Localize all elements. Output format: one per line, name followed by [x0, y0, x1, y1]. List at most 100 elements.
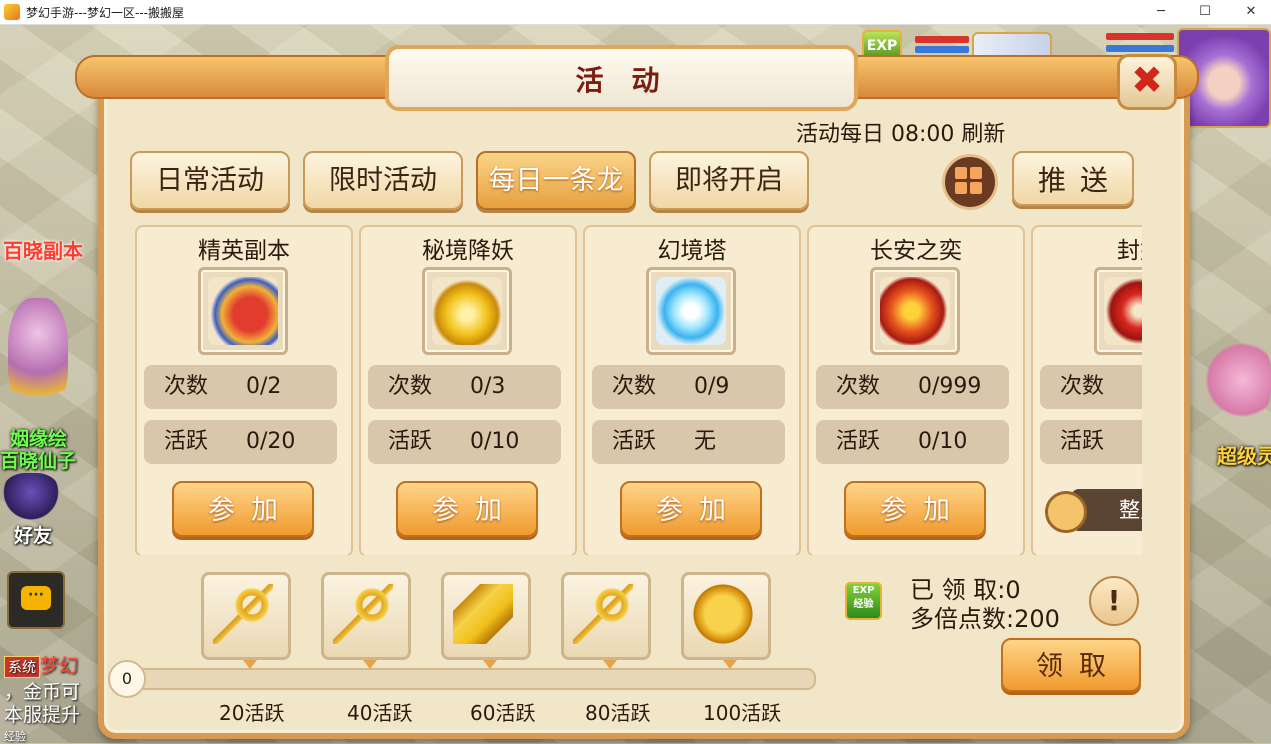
active-label: 活跃 [1060, 429, 1105, 454]
milestone-label: 80活跃 [585, 701, 651, 725]
npc-name: 百晓仙子 [0, 450, 77, 472]
activity-progress-track [117, 668, 816, 690]
activity-card: 幻境塔 次数 0/9 活跃 无 参加 [583, 225, 801, 555]
panel-close-button[interactable]: ✖ [1117, 54, 1177, 110]
system-text: 梦幻 [40, 655, 79, 677]
multiplier-points-text: 多倍点数:200 [910, 605, 1060, 633]
npc-fairy-sprite[interactable] [8, 298, 68, 416]
claim-button[interactable]: 领取 [1001, 638, 1141, 692]
join-button[interactable]: 参加 [172, 481, 314, 537]
player-hp-bar [1106, 33, 1174, 40]
app-icon [4, 4, 20, 20]
active-label: 活跃 [164, 429, 209, 454]
active-label: 活跃 [388, 429, 433, 454]
pet-hp-bar [915, 36, 969, 43]
activity-icon-frame[interactable] [1094, 267, 1142, 355]
join-button[interactable]: 参加 [844, 481, 986, 537]
activity-card: 精英副本 次数 0/2 活跃 0/20 参加 [135, 225, 353, 555]
npc-super-label[interactable]: 超级灵 [1217, 440, 1271, 469]
grid-icon [955, 167, 967, 179]
hud-label-baixiao-dungeon[interactable]: 百晓副本 [3, 235, 83, 264]
active-value: 0/10 [470, 429, 520, 454]
milestone-marker [363, 660, 377, 669]
activity-card: 封妖 次数 0 活跃 整点 [1031, 225, 1142, 555]
grid-menu-button[interactable] [942, 154, 998, 210]
join-button[interactable]: 参加 [620, 481, 762, 537]
blue-orb-icon [656, 277, 726, 345]
count-label: 次数 [388, 374, 433, 399]
close-icon: ✖ [1131, 58, 1163, 102]
activity-card-list[interactable]: 精英副本 次数 0/2 活跃 0/20 参加 秘境降妖 次数 0/3 活跃 0/… [135, 225, 1142, 555]
friend-avatar-icon[interactable] [2, 473, 60, 521]
reward-chest-20[interactable] [201, 572, 291, 660]
reward-chest-80[interactable] [561, 572, 651, 660]
hourly-timer: 整点 [1045, 489, 1142, 533]
milestone-marker [723, 660, 737, 669]
reward-chest-40[interactable] [321, 572, 411, 660]
window-titlebar: 梦幻手游---梦幻一区---搬搬屋 ─ ☐ ✕ [0, 0, 1271, 25]
active-value: 0/20 [246, 429, 296, 454]
panel-title-scroll: 活动 [385, 45, 858, 111]
activity-icon-frame[interactable] [870, 267, 960, 355]
milestone-label: 100活跃 [703, 701, 782, 725]
activity-name: 幻境塔 [657, 238, 727, 264]
milestone-marker [243, 660, 257, 669]
active-row: 活跃 无 [592, 420, 785, 464]
activity-icon-frame[interactable] [646, 267, 736, 355]
panel-title: 活动 [575, 64, 688, 97]
active-value: 无 [694, 429, 717, 454]
clock-icon [1045, 491, 1087, 533]
reward-chest-60[interactable] [441, 572, 531, 660]
gold-key-icon [333, 584, 393, 644]
count-row: 次数 0/2 [144, 365, 337, 409]
tab-limited-activities[interactable]: 限时活动 [303, 151, 463, 210]
chat-system-line: 系统 梦幻 [4, 651, 78, 678]
window-close-button[interactable]: ✕ [1236, 2, 1266, 22]
player-mp-bar [1106, 45, 1174, 52]
exp-bar-label: 经验 [4, 730, 26, 743]
window-title: 梦幻手游---梦幻一区---搬搬屋 [26, 6, 184, 20]
exp-badge-text: EXP [852, 585, 875, 596]
flag-scroll-icon [208, 277, 278, 345]
activity-card: 长安之奕 次数 0/999 活跃 0/10 参加 [807, 225, 1025, 555]
active-row: 活跃 0/10 [368, 420, 561, 464]
activity-icon-frame[interactable] [198, 267, 288, 355]
gold-key-icon [573, 584, 633, 644]
count-label: 次数 [1060, 374, 1105, 399]
active-label: 活跃 [612, 429, 657, 454]
minimize-button[interactable]: ─ [1146, 2, 1176, 22]
milestone-marker [483, 660, 497, 669]
milestone-label: 20活跃 [219, 701, 285, 725]
count-row: 次数 0/9 [592, 365, 785, 409]
join-button[interactable]: 参加 [396, 481, 538, 537]
tab-daily-dragon[interactable]: 每日一条龙 [476, 151, 636, 210]
pet-mp-bar [915, 46, 969, 53]
gold-coin-icon [693, 584, 753, 644]
activity-card: 秘境降妖 次数 0/3 活跃 0/10 参加 [359, 225, 577, 555]
friend-label[interactable]: 好友 [14, 521, 52, 548]
info-button[interactable]: ! [1089, 576, 1139, 626]
chat-button[interactable]: ··· [7, 571, 65, 629]
tab-coming-soon[interactable]: 即将开启 [649, 151, 809, 210]
npc-pet-sprite[interactable] [1200, 335, 1271, 425]
chat-line-2: 本服提升 [4, 704, 81, 726]
count-row: 次数 0 [1040, 365, 1142, 409]
count-value: 0/9 [694, 374, 730, 399]
milestone-marker [603, 660, 617, 669]
active-row: 活跃 0/20 [144, 420, 337, 464]
push-button[interactable]: 推送 [1012, 151, 1134, 206]
activity-name: 长安之奕 [870, 238, 962, 264]
count-value: 0/999 [918, 374, 982, 399]
gold-bar-icon [453, 584, 513, 644]
activity-name: 精英副本 [198, 238, 290, 264]
activity-icon-frame[interactable] [422, 267, 512, 355]
count-value: 0/3 [470, 374, 506, 399]
progress-start-value: 0 [108, 660, 146, 698]
reward-chest-100[interactable] [681, 572, 771, 660]
milestone-label: 60活跃 [470, 701, 536, 725]
maximize-button[interactable]: ☐ [1190, 2, 1220, 22]
active-row: 活跃 0/10 [816, 420, 1009, 464]
activity-name: 封妖 [1117, 238, 1142, 264]
chat-bubble-icon: ··· [21, 586, 51, 610]
tab-daily-activities[interactable]: 日常活动 [130, 151, 290, 210]
